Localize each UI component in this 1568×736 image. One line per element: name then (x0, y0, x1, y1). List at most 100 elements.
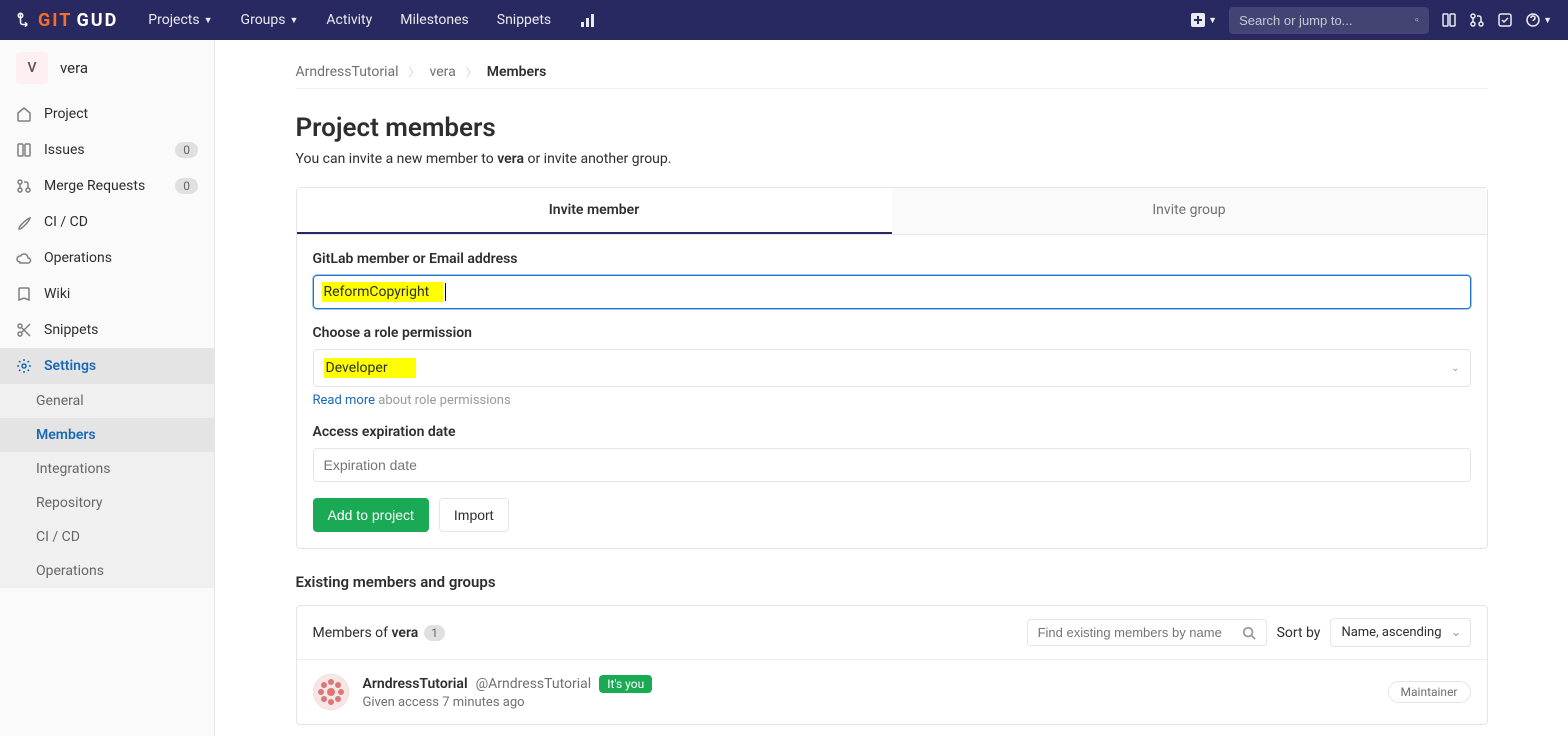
sidebar-item-operations[interactable]: Operations (0, 240, 214, 276)
subnav-repository[interactable]: Repository (0, 486, 214, 520)
member-role-badge: Maintainer (1388, 681, 1471, 703)
topnav-milestones[interactable]: Milestones (390, 6, 479, 34)
member-access-time: Given access 7 minutes ago (363, 695, 1388, 710)
mr-count: 0 (175, 178, 198, 194)
chart-icon (579, 12, 595, 28)
member-handle: @ArndressTutorial (476, 676, 592, 692)
role-select[interactable]: Developer ⌄ (313, 349, 1471, 387)
breadcrumb-current: Members (487, 64, 547, 80)
issues-count: 0 (175, 142, 198, 158)
merge-request-icon (16, 178, 32, 194)
sidebar-item-settings[interactable]: Settings (0, 348, 214, 384)
members-count: 1 (424, 625, 445, 641)
its-you-badge: It's you (599, 675, 652, 693)
sidebar-item-wiki[interactable]: Wiki (0, 276, 214, 312)
project-name: vera (60, 59, 88, 77)
invite-tabs: Invite member Invite group (297, 188, 1487, 235)
expiry-label: Access expiration date (313, 424, 1471, 440)
member-name[interactable]: ArndressTutorial (363, 676, 468, 692)
logo-text-gud: GUD (76, 10, 118, 31)
import-button[interactable]: Import (439, 498, 509, 532)
chevron-down-icon: ▼ (289, 15, 298, 26)
global-search[interactable] (1229, 7, 1429, 34)
subnav-general[interactable]: General (0, 384, 214, 418)
project-header[interactable]: V vera (0, 40, 214, 96)
subnav-cicd[interactable]: CI / CD (0, 520, 214, 554)
topnav-chart-icon[interactable] (569, 6, 605, 34)
subnav-members[interactable]: Members (0, 418, 214, 452)
search-input[interactable] (1239, 13, 1415, 28)
merge-request-icon (1469, 12, 1485, 28)
sidebar-item-merge-requests[interactable]: Merge Requests0 (0, 168, 214, 204)
chevron-down-icon: ▼ (204, 15, 213, 26)
chevron-down-icon: ▼ (1208, 15, 1217, 26)
sidebar-item-cicd[interactable]: CI / CD (0, 204, 214, 240)
existing-section-title: Existing members and groups (296, 573, 1488, 591)
main-content: ArndressTutorial 〉 vera 〉 Members Projec… (215, 40, 1568, 736)
sort-select[interactable]: Name, ascending (1330, 618, 1470, 647)
breadcrumb: ArndressTutorial 〉 vera 〉 Members (296, 56, 1488, 89)
cloud-icon (16, 250, 32, 266)
issues-icon (1441, 12, 1457, 28)
expiry-input[interactable] (313, 448, 1471, 482)
breadcrumb-project[interactable]: vera (430, 64, 456, 80)
tab-invite-group[interactable]: Invite group (892, 188, 1487, 234)
members-card: Members of vera 1 Sort by Name, ascendin… (296, 605, 1488, 725)
topnav-groups[interactable]: Groups▼ (231, 6, 309, 34)
sort-by-label: Sort by (1277, 625, 1321, 641)
logo[interactable]: GITGUD (16, 10, 118, 31)
scissors-icon (16, 322, 32, 338)
member-input-label: GitLab member or Email address (313, 251, 1471, 267)
topnav-projects[interactable]: Projects▼ (138, 6, 222, 34)
mr-link[interactable] (1469, 12, 1485, 28)
tab-invite-member[interactable]: Invite member (297, 188, 892, 234)
member-input[interactable]: ReformCopyright (313, 275, 1471, 309)
gear-icon (16, 358, 32, 374)
find-members-input[interactable] (1038, 625, 1242, 640)
add-to-project-button[interactable]: Add to project (313, 498, 429, 532)
find-members-box[interactable] (1027, 619, 1267, 646)
todo-icon (1497, 12, 1513, 28)
chevron-down-icon: ⌄ (1451, 363, 1459, 374)
chevron-down-icon: ▼ (1543, 15, 1552, 26)
project-avatar: V (16, 52, 48, 84)
breadcrumb-root[interactable]: ArndressTutorial (296, 64, 399, 80)
issues-link[interactable] (1441, 12, 1457, 28)
new-dropdown[interactable]: ▼ (1190, 12, 1217, 28)
member-avatar (313, 674, 349, 710)
sidebar-item-snippets[interactable]: Snippets (0, 312, 214, 348)
topbar: GITGUD Projects▼ Groups▼ Activity Milest… (0, 0, 1568, 40)
logo-icon (16, 11, 34, 29)
sidebar-item-issues[interactable]: Issues0 (0, 132, 214, 168)
plus-icon (1190, 12, 1206, 28)
chevron-right-icon: 〉 (466, 64, 477, 80)
search-icon (1242, 626, 1256, 640)
members-header: Members of vera 1 Sort by Name, ascendin… (297, 606, 1487, 660)
subnav-operations[interactable]: Operations (0, 554, 214, 588)
home-icon (16, 106, 32, 122)
todos-link[interactable] (1497, 12, 1513, 28)
chevron-right-icon: 〉 (409, 64, 420, 80)
book-icon (16, 286, 32, 302)
topnav: Projects▼ Groups▼ Activity Milestones Sn… (138, 6, 605, 34)
identicon-icon (313, 674, 349, 710)
text-cursor (445, 283, 446, 301)
help-dropdown[interactable]: ▼ (1525, 12, 1552, 28)
role-select-value: Developer (324, 358, 416, 378)
page-title: Project members (296, 113, 1488, 143)
issues-icon (16, 142, 32, 158)
topbar-right: ▼ ▼ (1190, 7, 1552, 34)
role-help-text: Read more about role permissions (313, 393, 1471, 408)
member-input-value: ReformCopyright (322, 282, 444, 302)
help-icon (1525, 12, 1541, 28)
invite-card: Invite member Invite group GitLab member… (296, 187, 1488, 549)
subnav-integrations[interactable]: Integrations (0, 452, 214, 486)
sidebar: V vera Project Issues0 Merge Requests0 C… (0, 40, 215, 736)
sidebar-item-project[interactable]: Project (0, 96, 214, 132)
members-of-label: Members of vera (313, 625, 419, 641)
topnav-snippets[interactable]: Snippets (487, 6, 561, 34)
topnav-activity[interactable]: Activity (316, 6, 382, 34)
read-more-link[interactable]: Read more (313, 393, 376, 408)
search-icon (1415, 13, 1419, 27)
settings-subnav: General Members Integrations Repository … (0, 384, 214, 588)
